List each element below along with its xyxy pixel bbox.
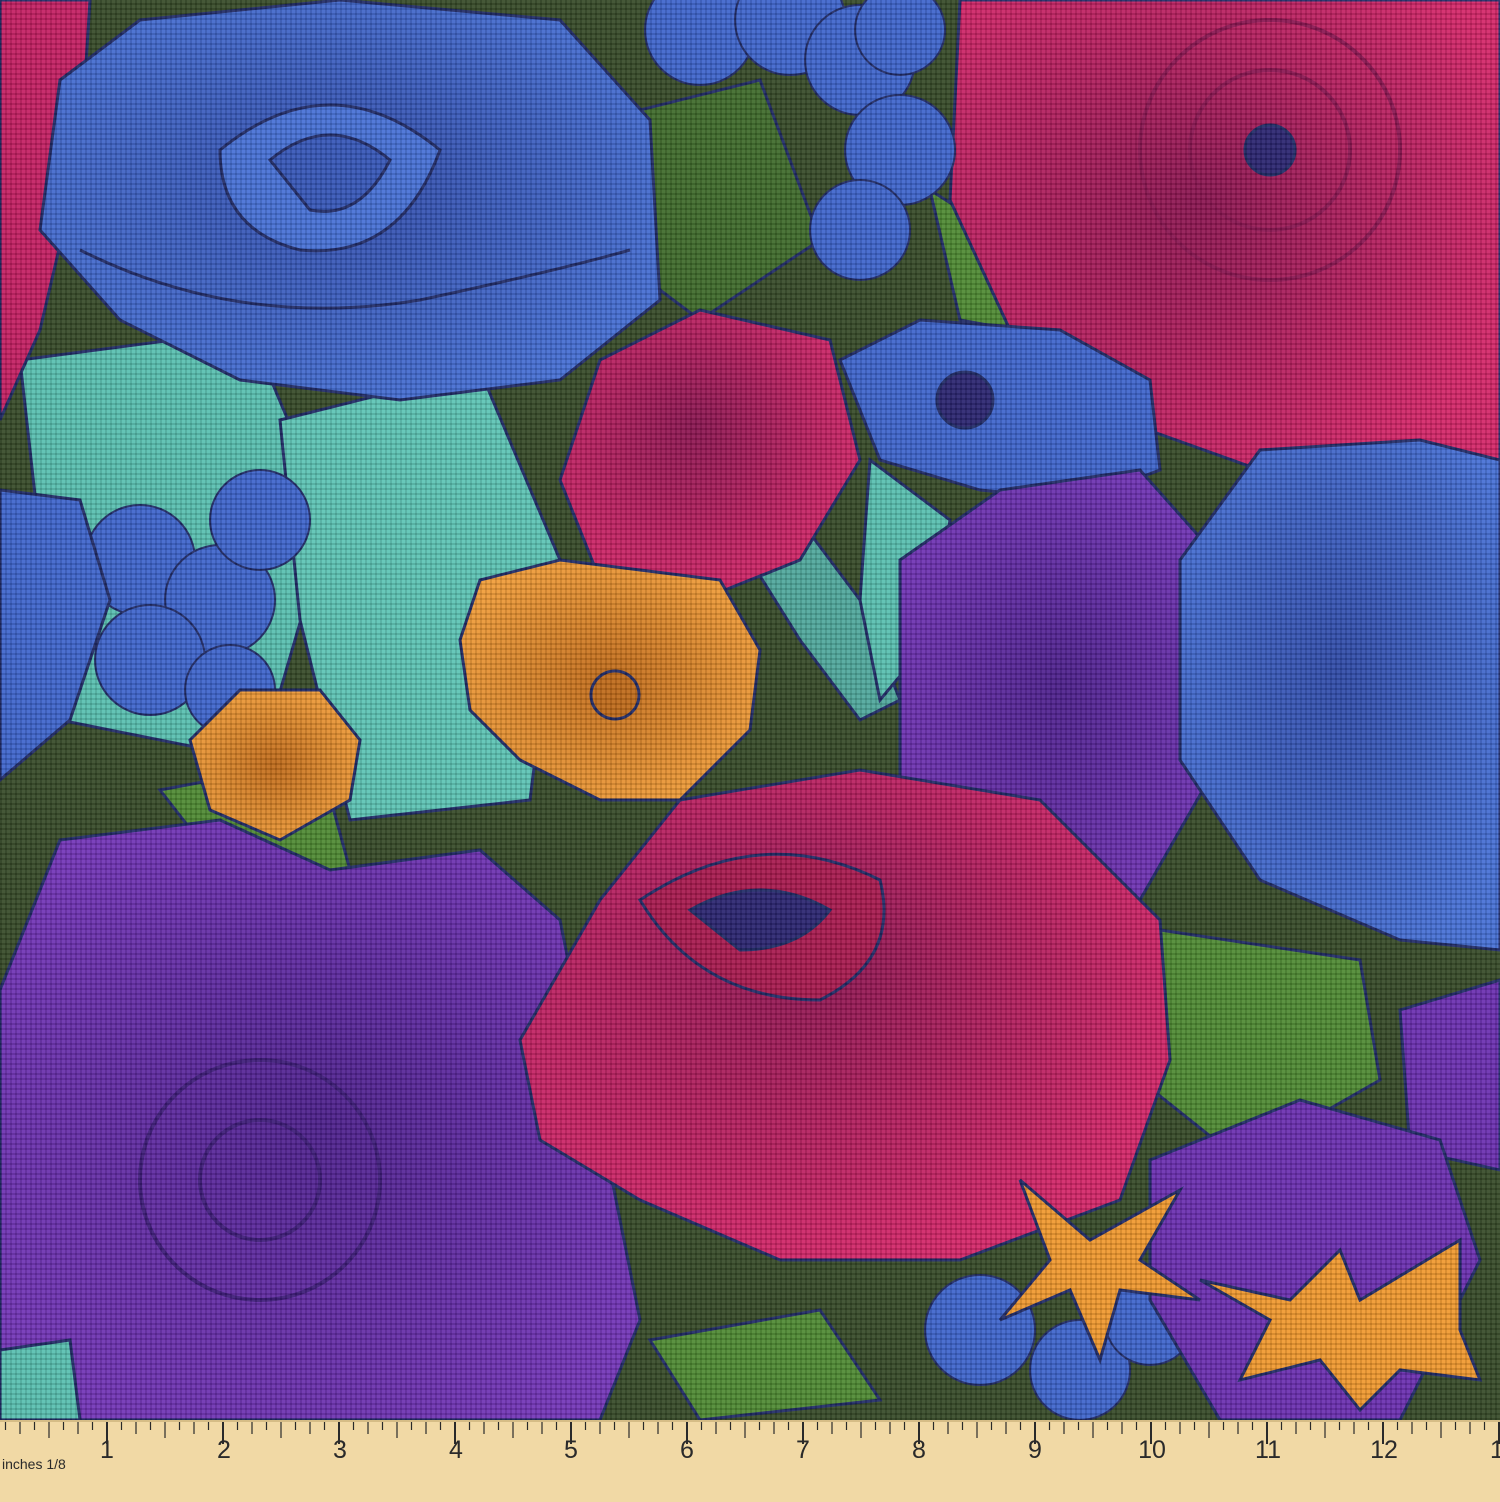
ruler-units-label: inches 1/8 xyxy=(2,1456,66,1472)
ruler-number-6: 6 xyxy=(680,1436,694,1464)
ruler-number-5: 5 xyxy=(564,1436,578,1464)
ruler-number-13: 1 xyxy=(1490,1436,1500,1464)
ruler-number-3: 3 xyxy=(333,1436,347,1464)
ruler-number-2: 2 xyxy=(217,1436,231,1464)
floral-fabric-pattern xyxy=(0,0,1500,1420)
ruler-number-8: 8 xyxy=(912,1436,926,1464)
ruler-number-11: 11 xyxy=(1255,1436,1281,1464)
teal-leaf-bottom-left xyxy=(0,1338,82,1420)
ruler-number-7: 7 xyxy=(796,1436,810,1464)
ruler-number-10: 10 xyxy=(1138,1436,1166,1464)
ruler-number-1: 1 xyxy=(100,1436,114,1464)
ruler-number-9: 9 xyxy=(1028,1436,1042,1464)
ruler-number-4: 4 xyxy=(449,1436,463,1464)
measuring-ruler: 1 2 3 4 5 6 7 8 9 10 11 12 1 inches 1/8 xyxy=(0,1420,1500,1502)
ruler-number-12: 12 xyxy=(1370,1436,1398,1464)
